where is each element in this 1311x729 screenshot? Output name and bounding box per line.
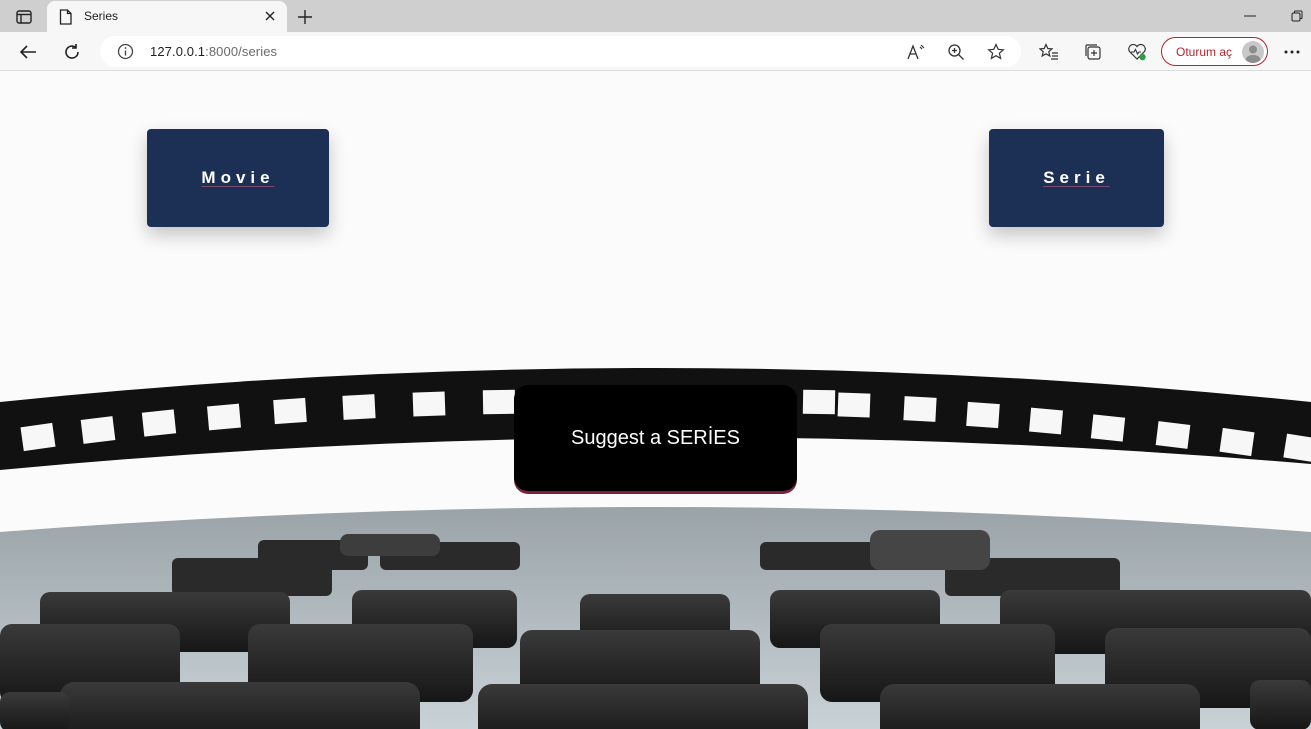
page-icon <box>59 9 72 25</box>
back-button[interactable] <box>15 39 41 65</box>
more-icon <box>1284 50 1300 54</box>
browser-tab-series[interactable]: Series <box>47 1 287 32</box>
browser-toolbar: 127.0.0.1:8000/series Oturum aç <box>0 32 1311 71</box>
address-bar[interactable]: 127.0.0.1:8000/series <box>100 36 1021 67</box>
read-aloud-button[interactable] <box>905 41 927 63</box>
seat-rows-front <box>0 680 1311 729</box>
url-text[interactable]: 127.0.0.1:8000/series <box>150 44 277 59</box>
info-icon[interactable] <box>117 43 134 60</box>
url-path: :8000/series <box>205 44 278 59</box>
url-host: 127.0.0.1 <box>150 44 206 59</box>
zoom-button[interactable] <box>945 41 967 63</box>
suggest-series-button[interactable]: Suggest a SERİES <box>514 385 797 491</box>
browser-tab-bar: Series <box>0 0 1311 32</box>
more-button[interactable] <box>1279 39 1305 65</box>
new-tab-button[interactable] <box>294 6 316 28</box>
favorites-button[interactable] <box>1036 39 1062 65</box>
suggest-series-label: Suggest a SERİES <box>571 426 740 449</box>
add-favorite-button[interactable] <box>985 41 1007 63</box>
star-icon <box>987 43 1005 60</box>
collections-button[interactable] <box>1080 39 1106 65</box>
tab-actions-button[interactable] <box>10 6 38 28</box>
read-aloud-icon <box>907 44 925 60</box>
refresh-icon <box>65 44 79 59</box>
page-content: Movie Serie Suggest a SERİES <box>0 72 1311 729</box>
movie-button-label: Movie <box>201 168 275 187</box>
collections-icon <box>1085 44 1101 60</box>
tab-actions-icon <box>16 10 32 24</box>
restore-icon <box>1291 10 1303 22</box>
favorites-icon <box>1039 43 1058 60</box>
minimize-button[interactable] <box>1240 8 1260 24</box>
refresh-button[interactable] <box>59 39 85 65</box>
tab-title: Series <box>84 9 119 23</box>
serie-button-label: Serie <box>1043 168 1110 187</box>
heart-pulse-icon <box>1128 43 1146 61</box>
avatar <box>1242 41 1264 63</box>
serie-button[interactable]: Serie <box>989 129 1164 227</box>
sign-in-label: Oturum aç <box>1176 45 1233 59</box>
close-tab-button[interactable] <box>261 7 279 25</box>
performance-button[interactable] <box>1124 39 1150 65</box>
sign-in-button[interactable]: Oturum aç <box>1161 37 1268 66</box>
movie-button[interactable]: Movie <box>147 129 329 227</box>
user-icon <box>1245 45 1261 63</box>
minimize-icon <box>1244 15 1256 17</box>
back-arrow-icon <box>19 45 36 59</box>
restore-button[interactable] <box>1287 8 1307 24</box>
zoom-icon <box>948 44 964 60</box>
plus-icon <box>298 10 312 24</box>
close-icon <box>265 11 275 21</box>
